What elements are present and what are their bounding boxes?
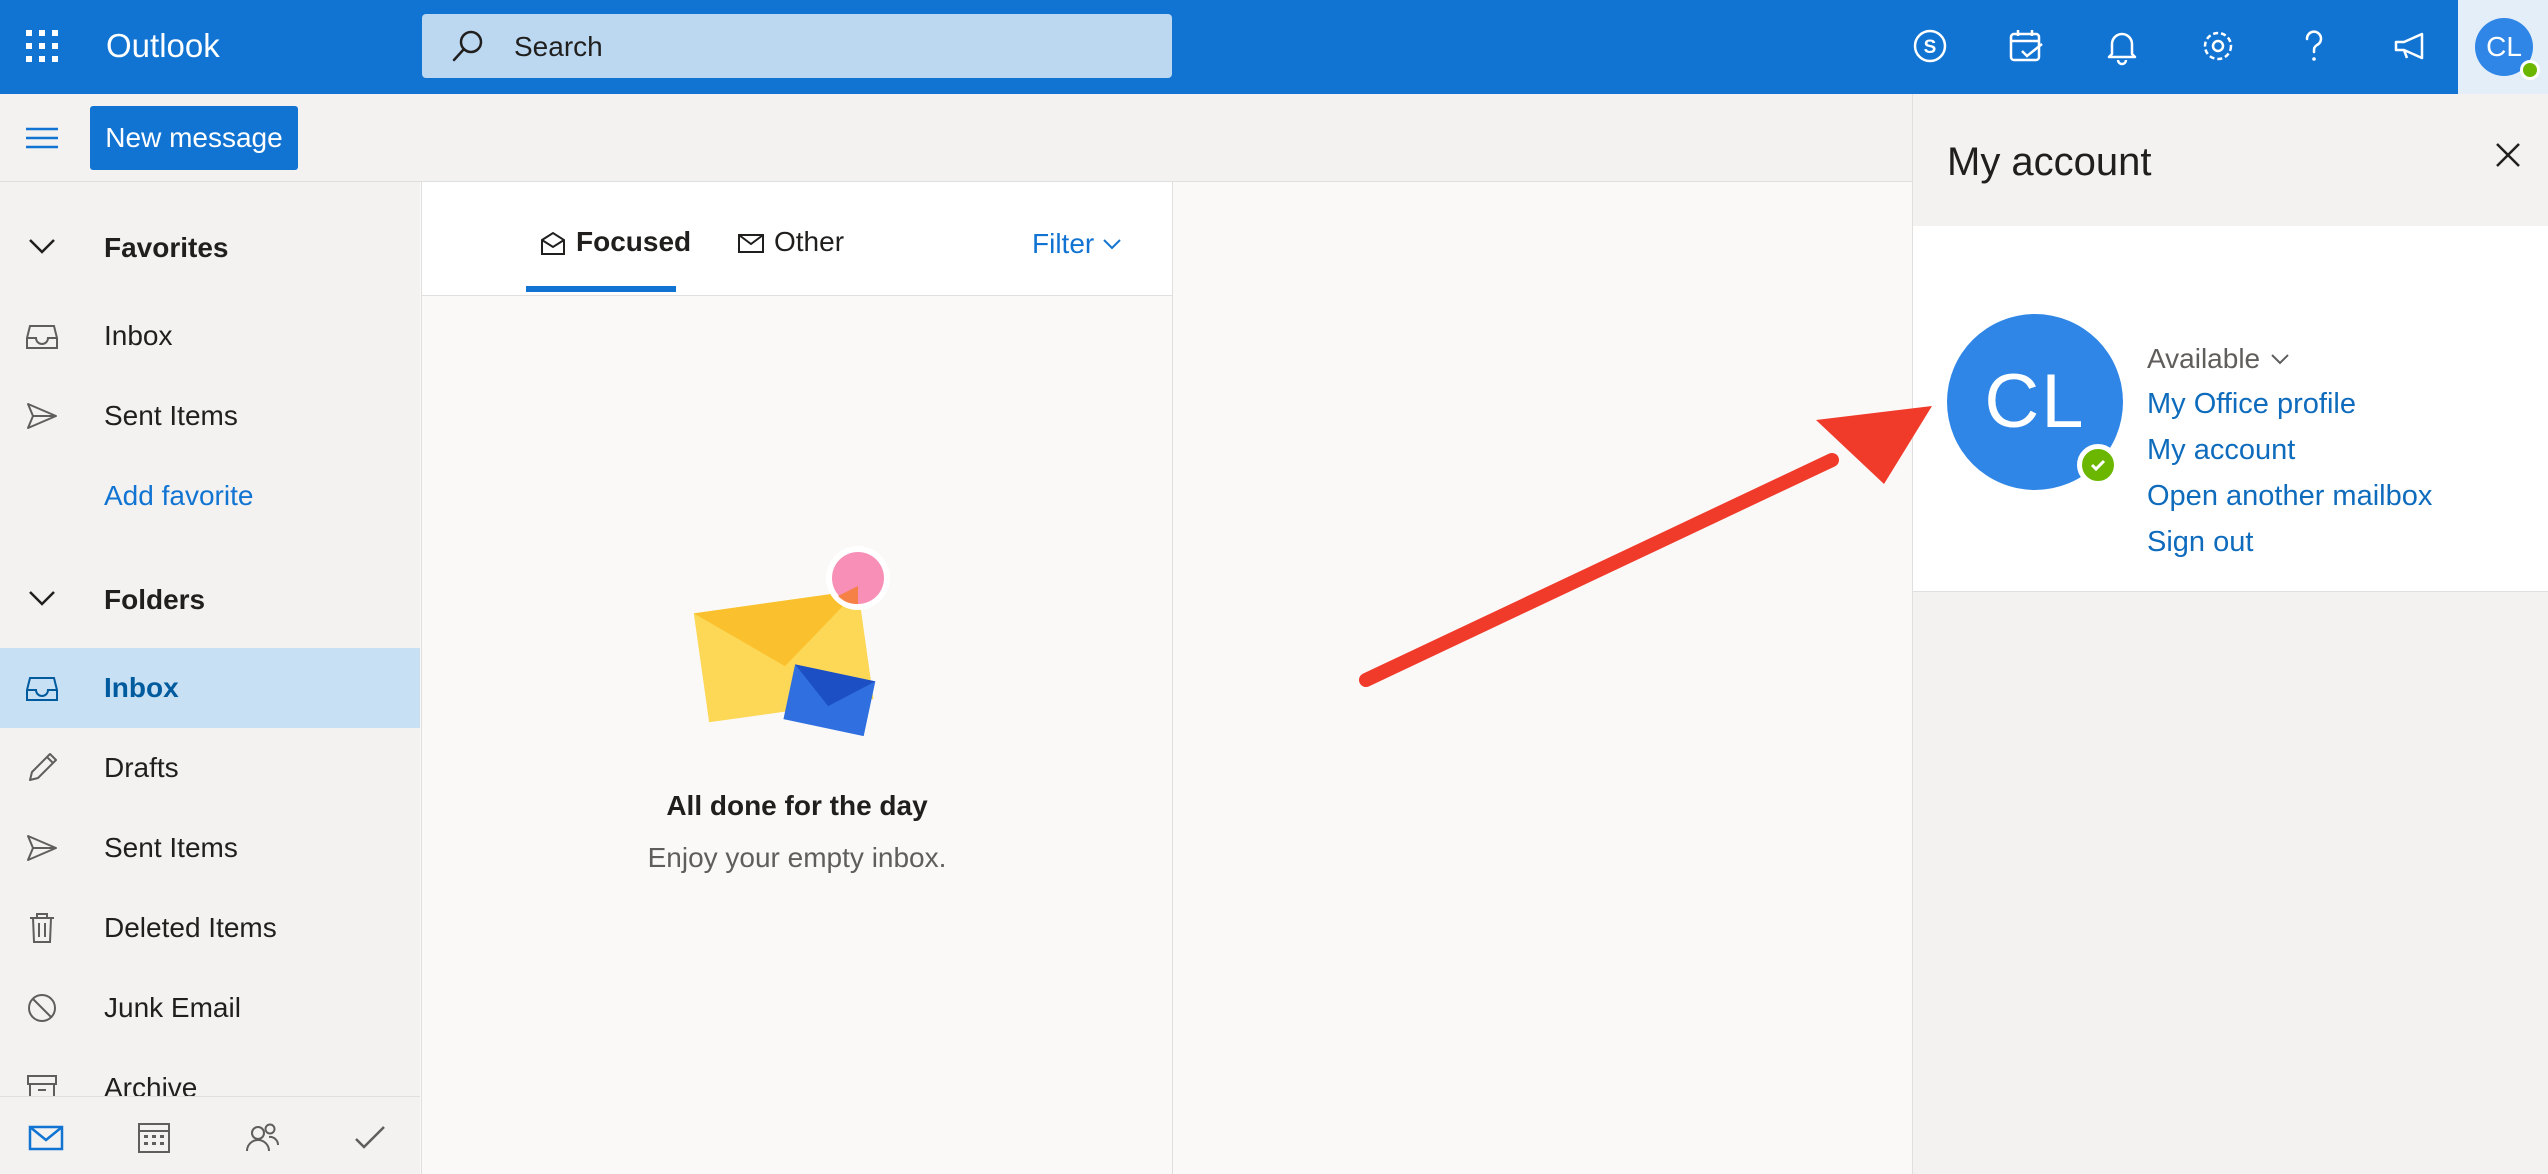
- inbox-icon: [24, 318, 60, 354]
- status-label: Available: [2147, 343, 2261, 374]
- sidebar-item-label: Sent Items: [104, 832, 238, 863]
- focused-inbox-icon: [538, 228, 568, 258]
- presence-status-dropdown[interactable]: Available: [2147, 342, 2290, 376]
- sidebar-item-label: Archive: [104, 1072, 198, 1096]
- empty-state-title: All done for the day: [666, 790, 928, 821]
- inbox-icon: [24, 670, 60, 706]
- sidebar-item-label: Sent Items: [104, 400, 238, 431]
- folders-label: Folders: [104, 584, 206, 615]
- message-list: Focused Other Filter All done for the da…: [421, 182, 1173, 1174]
- command-bar: New message: [0, 94, 1912, 182]
- favorites-label: Favorites: [104, 232, 229, 263]
- sign-out-link[interactable]: Sign out: [2147, 524, 2253, 560]
- open-another-mailbox-link[interactable]: Open another mailbox: [2147, 478, 2432, 514]
- tab-label: Focused: [576, 226, 692, 257]
- svg-text:S: S: [1924, 37, 1937, 58]
- favorite-item-sent-items[interactable]: Sent Items: [0, 376, 420, 456]
- reading-pane: [1173, 182, 1912, 1174]
- new-message-button[interactable]: New message: [90, 106, 298, 170]
- folder-item-archive[interactable]: Archive: [0, 1048, 420, 1096]
- folder-item-junk-email[interactable]: Junk Email: [0, 968, 420, 1048]
- hamburger-menu-icon[interactable]: [22, 122, 62, 154]
- close-icon[interactable]: [2491, 138, 2525, 172]
- folder-pane: Favorites Inbox Sent Items Add favorite …: [0, 182, 420, 1096]
- search-icon: [450, 28, 486, 64]
- settings-icon[interactable]: [2196, 23, 2240, 69]
- presence-available-icon: [2077, 444, 2119, 486]
- add-favorite-link[interactable]: Add favorite: [0, 456, 420, 536]
- filter-label: Filter: [1032, 228, 1095, 259]
- my-office-profile-link[interactable]: My Office profile: [2147, 386, 2356, 422]
- top-bar: Outlook Search S CL: [0, 0, 2548, 94]
- add-favorite-label: Add favorite: [104, 480, 254, 511]
- mail-icon[interactable]: [26, 1117, 66, 1157]
- presence-available-icon: [2520, 60, 2540, 80]
- trash-icon: [24, 910, 60, 946]
- account-card: CL Available My Office profile My accoun…: [1913, 226, 2548, 592]
- chevron-down-icon: [2270, 352, 2290, 366]
- skype-icon[interactable]: S: [1908, 23, 1952, 69]
- chevron-down-icon[interactable]: [26, 586, 58, 610]
- favorite-item-inbox[interactable]: Inbox: [0, 296, 420, 376]
- sent-icon: [24, 830, 60, 866]
- account-panel: My account CL Available My Office profil…: [1912, 94, 2548, 1174]
- sidebar-item-label: Inbox: [104, 320, 173, 351]
- panel-title: My account: [1947, 140, 2152, 184]
- chevron-down-icon: [1102, 237, 1122, 251]
- favorites-section-header[interactable]: Favorites: [0, 212, 420, 282]
- account-manager-button[interactable]: CL: [2458, 0, 2548, 94]
- sidebar-item-label: Junk Email: [104, 992, 241, 1023]
- folder-item-sent-items[interactable]: Sent Items: [0, 808, 420, 888]
- todo-icon[interactable]: [350, 1117, 390, 1157]
- calendar-icon[interactable]: [134, 1117, 174, 1157]
- pencil-icon: [24, 750, 60, 786]
- blocked-icon: [24, 990, 60, 1026]
- sidebar-item-label: Inbox: [104, 672, 179, 703]
- active-tab-indicator: [526, 286, 676, 292]
- search-placeholder: Search: [514, 31, 603, 62]
- feedback-icon[interactable]: [2388, 23, 2432, 69]
- message-list-header: Focused Other Filter: [422, 182, 1172, 296]
- folder-item-inbox[interactable]: Inbox: [0, 648, 420, 728]
- people-icon[interactable]: [242, 1117, 282, 1157]
- help-icon[interactable]: [2292, 23, 2336, 69]
- my-day-icon[interactable]: [2004, 23, 2048, 69]
- app-switcher-bar: [0, 1096, 420, 1174]
- my-account-link[interactable]: My account: [2147, 432, 2295, 468]
- archive-icon: [24, 1070, 60, 1096]
- sidebar-item-label: Deleted Items: [104, 912, 277, 943]
- sent-icon: [24, 398, 60, 434]
- app-launcher-icon[interactable]: [24, 28, 60, 64]
- filter-button[interactable]: Filter: [1032, 226, 1122, 262]
- notifications-icon[interactable]: [2100, 23, 2144, 69]
- folder-item-deleted-items[interactable]: Deleted Items: [0, 888, 420, 968]
- empty-state-subtitle: Enjoy your empty inbox.: [647, 842, 947, 873]
- chevron-down-icon[interactable]: [26, 234, 58, 258]
- empty-inbox-illustration: [688, 542, 918, 762]
- other-inbox-icon: [736, 228, 766, 258]
- folders-section-header[interactable]: Folders: [0, 564, 420, 634]
- sidebar-item-label: Drafts: [104, 752, 179, 783]
- tab-label: Other: [774, 226, 845, 257]
- search-input[interactable]: Search: [422, 14, 1172, 78]
- app-title[interactable]: Outlook: [106, 24, 220, 68]
- folder-item-drafts[interactable]: Drafts: [0, 728, 420, 808]
